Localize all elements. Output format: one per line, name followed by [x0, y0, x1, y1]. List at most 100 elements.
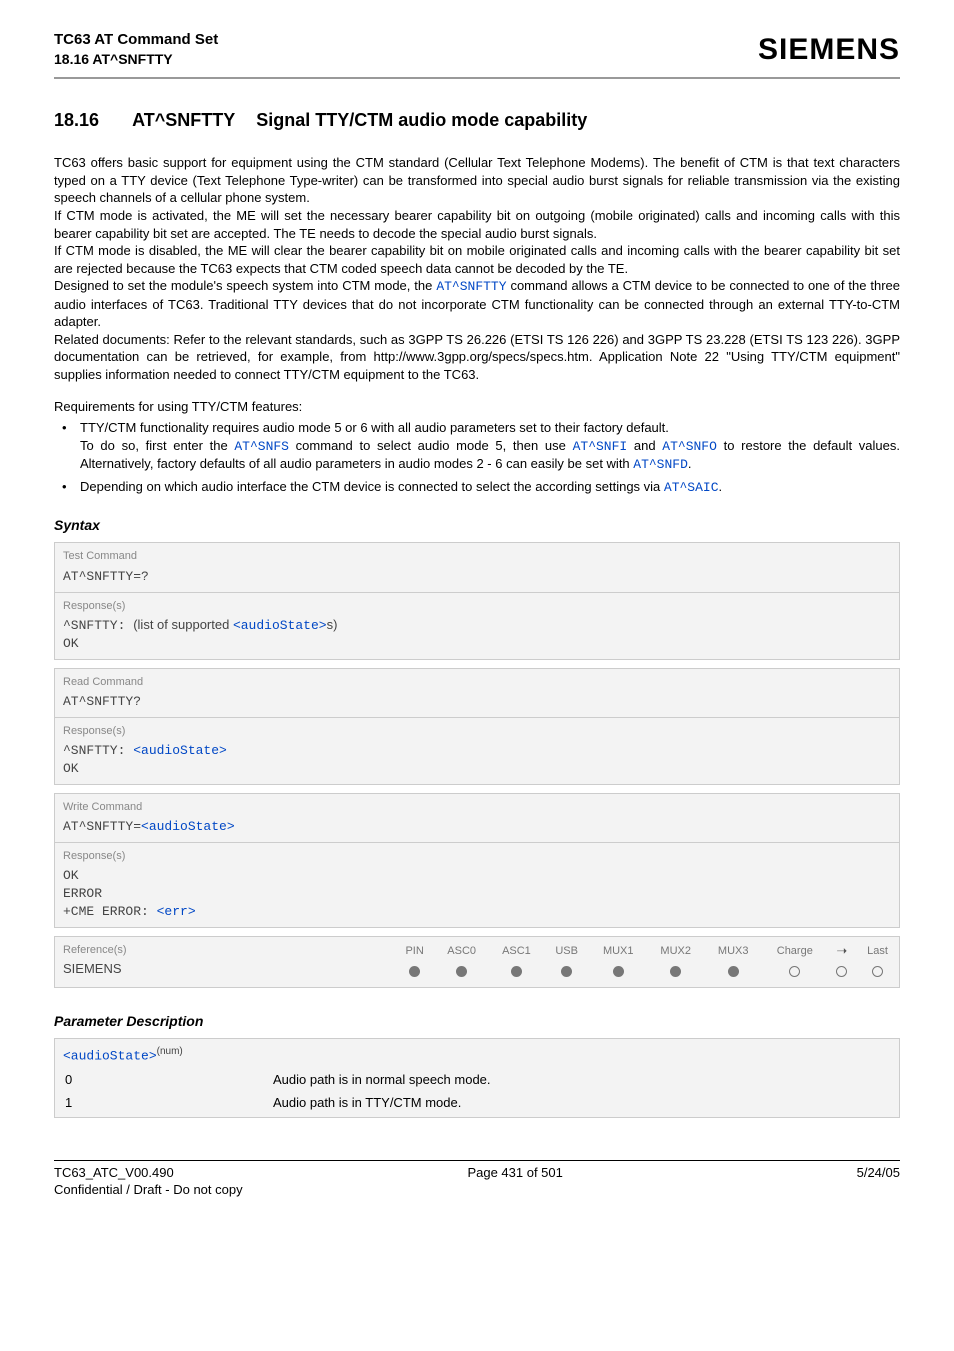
error-text: ERROR	[63, 886, 102, 901]
arrow-right-icon: ➝	[836, 943, 847, 960]
reference-table: PIN ASC0 ASC1 USB MUX1 MUX2 MUX3 Charge …	[395, 937, 899, 987]
test-command: AT^SNFTTY=?	[63, 569, 149, 584]
header-left: TC63 AT Command Set 18.16 AT^SNFTTY	[54, 30, 218, 68]
list-item: TTY/CTM functionality requires audio mod…	[54, 419, 900, 474]
footer-divider	[54, 1160, 900, 1161]
param-link[interactable]: <audioState>	[63, 1049, 157, 1064]
syntax-heading: Syntax	[54, 516, 900, 534]
doc-title: TC63 AT Command Set	[54, 30, 218, 50]
dot-filled-icon	[728, 966, 739, 977]
table-row	[395, 962, 899, 987]
col-mux1: MUX1	[589, 937, 646, 962]
section-command: AT^SNFTTY	[132, 109, 235, 132]
box-label: Write Command	[55, 794, 899, 816]
box-label: Response(s)	[55, 593, 899, 615]
dot-filled-icon	[456, 966, 467, 977]
col-mux2: MUX2	[647, 937, 704, 962]
parameter-box: <audioState>(num) 0 Audio path is in nor…	[54, 1038, 900, 1118]
requirements-list: TTY/CTM functionality requires audio mod…	[54, 419, 900, 496]
text-run: ^SNFTTY:	[63, 743, 133, 758]
param-value: 0	[63, 1072, 273, 1089]
requirements-intro: Requirements for using TTY/CTM features:	[54, 398, 900, 416]
ok-text: OK	[63, 636, 79, 651]
ok-text: OK	[63, 761, 79, 776]
read-command-box: Read Command AT^SNFTTY? Response(s) ^SNF…	[54, 668, 900, 785]
text-run: command to select audio mode 5, then use	[289, 438, 573, 453]
dot-filled-icon	[511, 966, 522, 977]
write-command-box: Write Command AT^SNFTTY=<audioState> Res…	[54, 793, 900, 928]
param-link[interactable]: <audioState>	[233, 618, 327, 633]
command-link[interactable]: AT^SNFI	[573, 439, 628, 454]
table-header-row: PIN ASC0 ASC1 USB MUX1 MUX2 MUX3 Charge …	[395, 937, 899, 962]
dot-empty-icon	[872, 966, 883, 977]
command-link[interactable]: AT^SNFD	[633, 457, 688, 472]
col-arrow: ➝	[828, 937, 856, 962]
command-link[interactable]: AT^SNFO	[662, 439, 717, 454]
box-label: Read Command	[55, 669, 899, 691]
footer-center: Page 431 of 501	[467, 1165, 562, 1182]
header-divider	[54, 77, 900, 79]
body-paragraph: If CTM mode is activated, the ME will se…	[54, 207, 900, 242]
text-run: To do so, first enter the	[80, 438, 234, 453]
parameter-heading: Parameter Description	[54, 1012, 900, 1030]
param-value: 1	[63, 1095, 273, 1112]
dot-empty-icon	[789, 966, 800, 977]
text-run: .	[719, 479, 723, 494]
section-title: 18.16 AT^SNFTTY Signal TTY/CTM audio mod…	[54, 109, 900, 132]
read-command: AT^SNFTTY?	[63, 694, 141, 709]
col-mux3: MUX3	[704, 937, 761, 962]
param-link[interactable]: <err>	[157, 904, 196, 919]
test-response: ^SNFTTY: (list of supported <audioState>…	[55, 615, 899, 659]
dot-filled-icon	[613, 966, 624, 977]
command-link[interactable]: AT^SNFS	[234, 439, 289, 454]
read-response: ^SNFTTY: <audioState> OK	[55, 740, 899, 784]
dot-filled-icon	[561, 966, 572, 977]
dot-filled-icon	[670, 966, 681, 977]
table-row: 1 Audio path is in TTY/CTM mode.	[63, 1095, 891, 1112]
box-label: Test Command	[55, 543, 899, 565]
body-paragraph: TC63 offers basic support for equipment …	[54, 154, 900, 207]
command-link[interactable]: AT^SAIC	[664, 480, 719, 495]
footer-right: 5/24/05	[857, 1165, 900, 1182]
command-link[interactable]: AT^SNFTTY	[436, 279, 506, 294]
footer-left: TC63_ATC_V00.490	[54, 1165, 174, 1182]
text-run: +CME ERROR:	[63, 904, 157, 919]
text-run: AT^SNFTTY=	[63, 819, 141, 834]
col-pin: PIN	[395, 937, 434, 962]
write-command: AT^SNFTTY=<audioState>	[55, 816, 899, 842]
section-number: 18.16	[54, 109, 99, 132]
text-run: Depending on which audio interface the C…	[80, 479, 664, 494]
text-run: ^SNFTTY:	[63, 618, 133, 633]
col-charge: Charge	[762, 937, 828, 962]
doc-subtitle: 18.16 AT^SNFTTY	[54, 50, 218, 68]
test-command-box: Test Command AT^SNFTTY=? Response(s) ^SN…	[54, 542, 900, 659]
ok-text: OK	[63, 868, 79, 883]
box-label: Response(s)	[55, 718, 899, 740]
footer-confidential: Confidential / Draft - Do not copy	[54, 1182, 900, 1199]
text-run: and	[627, 438, 662, 453]
param-link[interactable]: <audioState>	[133, 743, 227, 758]
page-footer: TC63_ATC_V00.490 Page 431 of 501 5/24/05	[54, 1165, 900, 1182]
param-link[interactable]: <audioState>	[141, 819, 235, 834]
text-run: TTY/CTM functionality requires audio mod…	[80, 420, 669, 435]
col-asc1: ASC1	[489, 937, 544, 962]
text-run: s)	[327, 617, 338, 632]
param-description: Audio path is in normal speech mode.	[273, 1072, 891, 1089]
col-last: Last	[856, 937, 899, 962]
reference-value: SIEMENS	[55, 959, 395, 984]
text-run: (list of supported	[133, 617, 233, 632]
table-row: 0 Audio path is in normal speech mode.	[63, 1072, 891, 1089]
text-run: Designed to set the module's speech syst…	[54, 278, 436, 293]
brand-logo: SIEMENS	[758, 30, 900, 69]
body-paragraph: Designed to set the module's speech syst…	[54, 277, 900, 331]
box-label: Response(s)	[55, 843, 899, 865]
param-type: (num)	[157, 1046, 183, 1057]
col-asc0: ASC0	[434, 937, 489, 962]
param-description: Audio path is in TTY/CTM mode.	[273, 1095, 891, 1112]
write-response: OK ERROR +CME ERROR: <err>	[55, 865, 899, 927]
dot-filled-icon	[409, 966, 420, 977]
reference-box: Reference(s) SIEMENS PIN ASC0 ASC1 USB M…	[54, 936, 900, 988]
text-run: .	[688, 456, 692, 471]
body-paragraph: Related documents: Refer to the relevant…	[54, 331, 900, 384]
body-paragraph: If CTM mode is disabled, the ME will cle…	[54, 242, 900, 277]
